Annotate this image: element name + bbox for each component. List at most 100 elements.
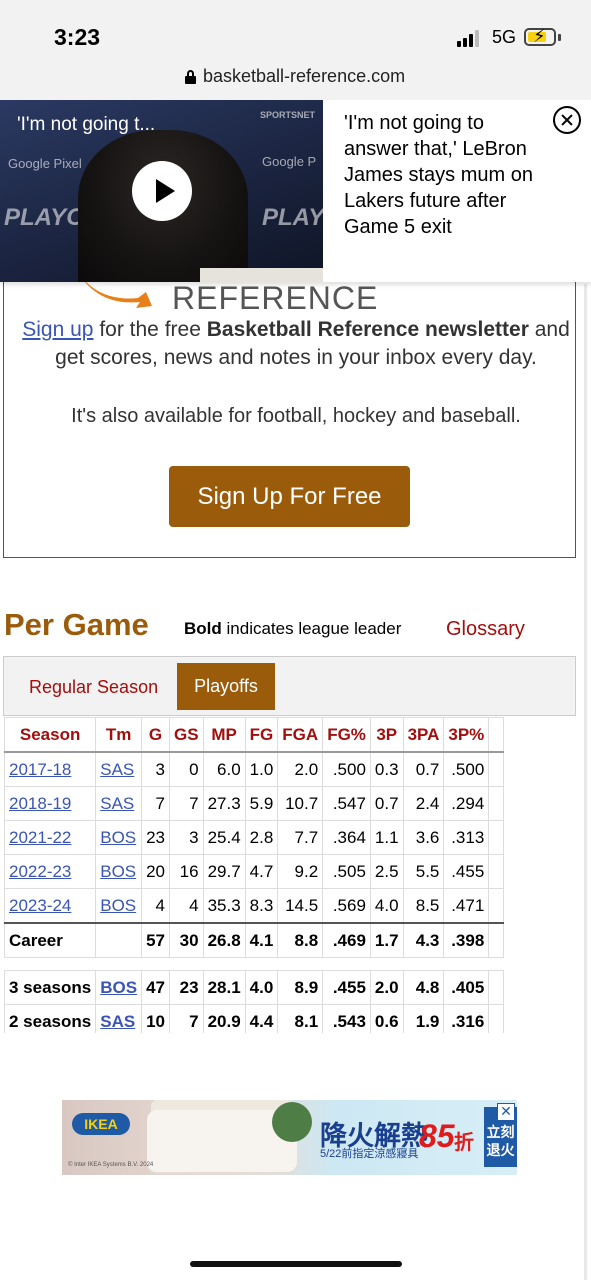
cell-tm: BOS [95,970,143,1005]
cell-fg-pct: .469 [322,922,371,958]
cell-mp: 25.4 [202,820,246,855]
cell-3p-pct: .455 [443,854,490,889]
table-spacer-row [4,957,504,971]
season-link[interactable]: 2022-23 [9,862,71,881]
cell-3pa: 4.8 [402,970,445,1005]
column-header-3p[interactable]: 3P [369,717,404,753]
video-thumbnail[interactable]: PLAYOFF PLAY Google Pixel Google P SPORT… [0,100,323,282]
cell-cutoff [488,922,505,958]
ad-subtext: 5/22前指定涼感寢具 [320,1148,419,1160]
cell-fg-pct: .543 [322,1004,371,1033]
cell-mp: 35.3 [202,888,246,924]
video-caption: 'I'm not going t... [17,114,156,135]
season-link[interactable]: 2017-18 [9,760,71,779]
cell-gs: 4 [169,888,204,924]
table-row: 2022-23 BOS 20 16 29.7 4.7 9.2.505 2.5 5.5.455 [4,854,505,889]
team-link[interactable]: BOS [100,828,136,847]
tab-playoffs[interactable]: Playoffs [177,663,275,710]
url-text[interactable]: basketball-reference.com [203,66,405,87]
thumb-sponsor-right: Google P [262,154,317,169]
per-game-table-scroll[interactable]: Season Tm G GS MP FG FGA FG% 3P 3PA 3P% 2017-18 SAS… [4,717,576,1033]
cell-fg: 4.4 [244,1004,279,1033]
cell-season: 3 seasons [4,970,97,1005]
ad-discount-suffix: 折 [454,1132,474,1154]
team-link[interactable]: SAS [100,1012,135,1031]
team-link[interactable]: BOS [100,978,137,997]
tab-regular-season[interactable]: Regular Season [29,677,158,698]
cell-mp: 27.3 [202,786,246,821]
cell-fga: 8.9 [277,970,324,1005]
cell-fg-pct: .364 [322,820,371,855]
cell-cutoff [488,751,505,787]
column-header-fg-pct[interactable]: FG% [322,717,371,753]
glossary-link[interactable]: Glossary [446,618,525,641]
ad-copyright: © Inter IKEA Systems B.V. 2024 [68,1162,154,1168]
column-header-mp[interactable]: MP [202,717,246,753]
team-link[interactable]: SAS [100,760,134,779]
thumb-sportsnet: SPORTSNET [260,110,316,120]
spacer-cell [95,957,142,971]
spacer-cell [169,957,204,971]
season-link[interactable]: 2021-22 [9,828,71,847]
newsletter-text: Sign up for the free Basketball Referenc… [16,316,576,372]
advertisement[interactable]: IKEA 降火解熱 5/22前指定涼感寢具 85 折 立刻 退火 ✕ © Int… [62,1100,517,1175]
spacer-cell [488,957,504,971]
season-link[interactable]: 2023-24 [9,896,71,915]
cell-3pa: 4.3 [402,922,445,958]
cell-fga: 2.0 [277,751,324,787]
cell-tm: SAS [95,751,143,787]
cell-fga: 8.1 [277,1004,324,1033]
column-header-gs[interactable]: GS [169,717,204,753]
video-headline[interactable]: 'I'm not going to answer that,' LeBron J… [344,110,544,240]
reference-logo-text: REFERENCE [172,280,379,316]
cell-mp: 28.1 [202,970,246,1005]
column-header-tm[interactable]: Tm [95,717,143,753]
page-scrollbar-track [584,284,587,1280]
cell-cutoff [488,1004,505,1033]
cell-tm: SAS [95,786,143,821]
cell-3p-pct: .500 [443,751,490,787]
play-icon[interactable] [132,161,192,221]
cell-fg: 8.3 [244,888,279,924]
cell-3p-pct: .294 [443,786,490,821]
cell-3pa: 1.9 [402,1004,445,1033]
cell-tm: BOS [95,854,143,889]
cell-g: 4 [141,888,170,924]
team-link[interactable]: SAS [100,794,134,813]
home-indicator[interactable] [190,1261,402,1267]
cell-cutoff [488,970,505,1005]
cell-g: 10 [141,1004,170,1033]
cell-season: 2021-22 [4,820,97,855]
cell-fga: 14.5 [277,888,324,924]
column-header-g[interactable]: G [141,717,170,753]
close-icon[interactable] [553,106,581,134]
column-header-fg[interactable]: FG [244,717,279,753]
column-header-fga[interactable]: FGA [277,717,324,753]
league-leader-note: Bold indicates league leader [184,619,401,639]
video-card[interactable]: PLAYOFF PLAY Google Pixel Google P SPORT… [0,100,591,282]
newsletter-text-mid: for the free [93,318,207,341]
cell-3p-pct: .405 [443,970,490,1005]
cell-3pa: 2.4 [402,786,445,821]
spacer-cell [403,957,444,971]
column-header-3pa[interactable]: 3PA [402,717,445,753]
cell-season: 2 seasons [4,1004,97,1033]
newsletter-text-bold: Basketball Reference newsletter [206,318,529,341]
column-header-3p-pct[interactable]: 3P% [443,717,490,753]
season-link[interactable]: 2018-19 [9,794,71,813]
team-link[interactable]: BOS [100,896,136,915]
team-link[interactable]: BOS [100,862,136,881]
cell-mp: 29.7 [202,854,246,889]
thumb-sponsor: Google Pixel [8,156,82,171]
cell-fg: 5.9 [244,786,279,821]
cell-fg: 2.8 [244,820,279,855]
cell-cutoff [488,888,505,924]
signup-link[interactable]: Sign up [22,318,93,341]
ad-close-icon[interactable]: ✕ [497,1103,515,1121]
spacer-cell [141,957,170,971]
sign-up-button[interactable]: Sign Up For Free [169,466,410,527]
cell-fga: 10.7 [277,786,324,821]
cell-3p-pct: .398 [443,922,490,958]
cell-3p-pct: .313 [443,820,490,855]
column-header-season[interactable]: Season [4,717,97,753]
